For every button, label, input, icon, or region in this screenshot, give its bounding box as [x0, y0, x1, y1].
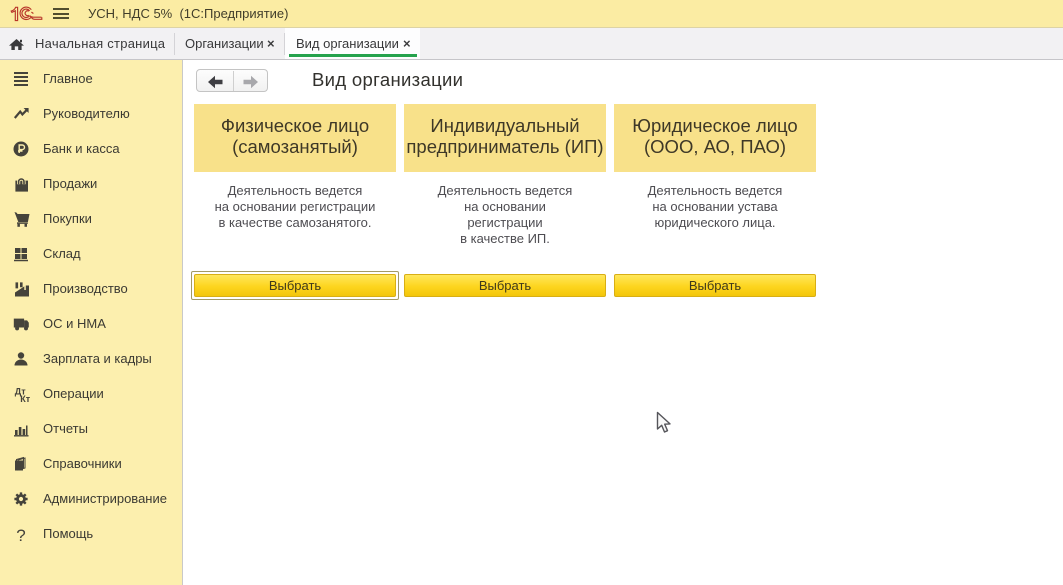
svg-text:?: ? [16, 526, 25, 545]
svg-text:Кт: Кт [20, 394, 30, 404]
